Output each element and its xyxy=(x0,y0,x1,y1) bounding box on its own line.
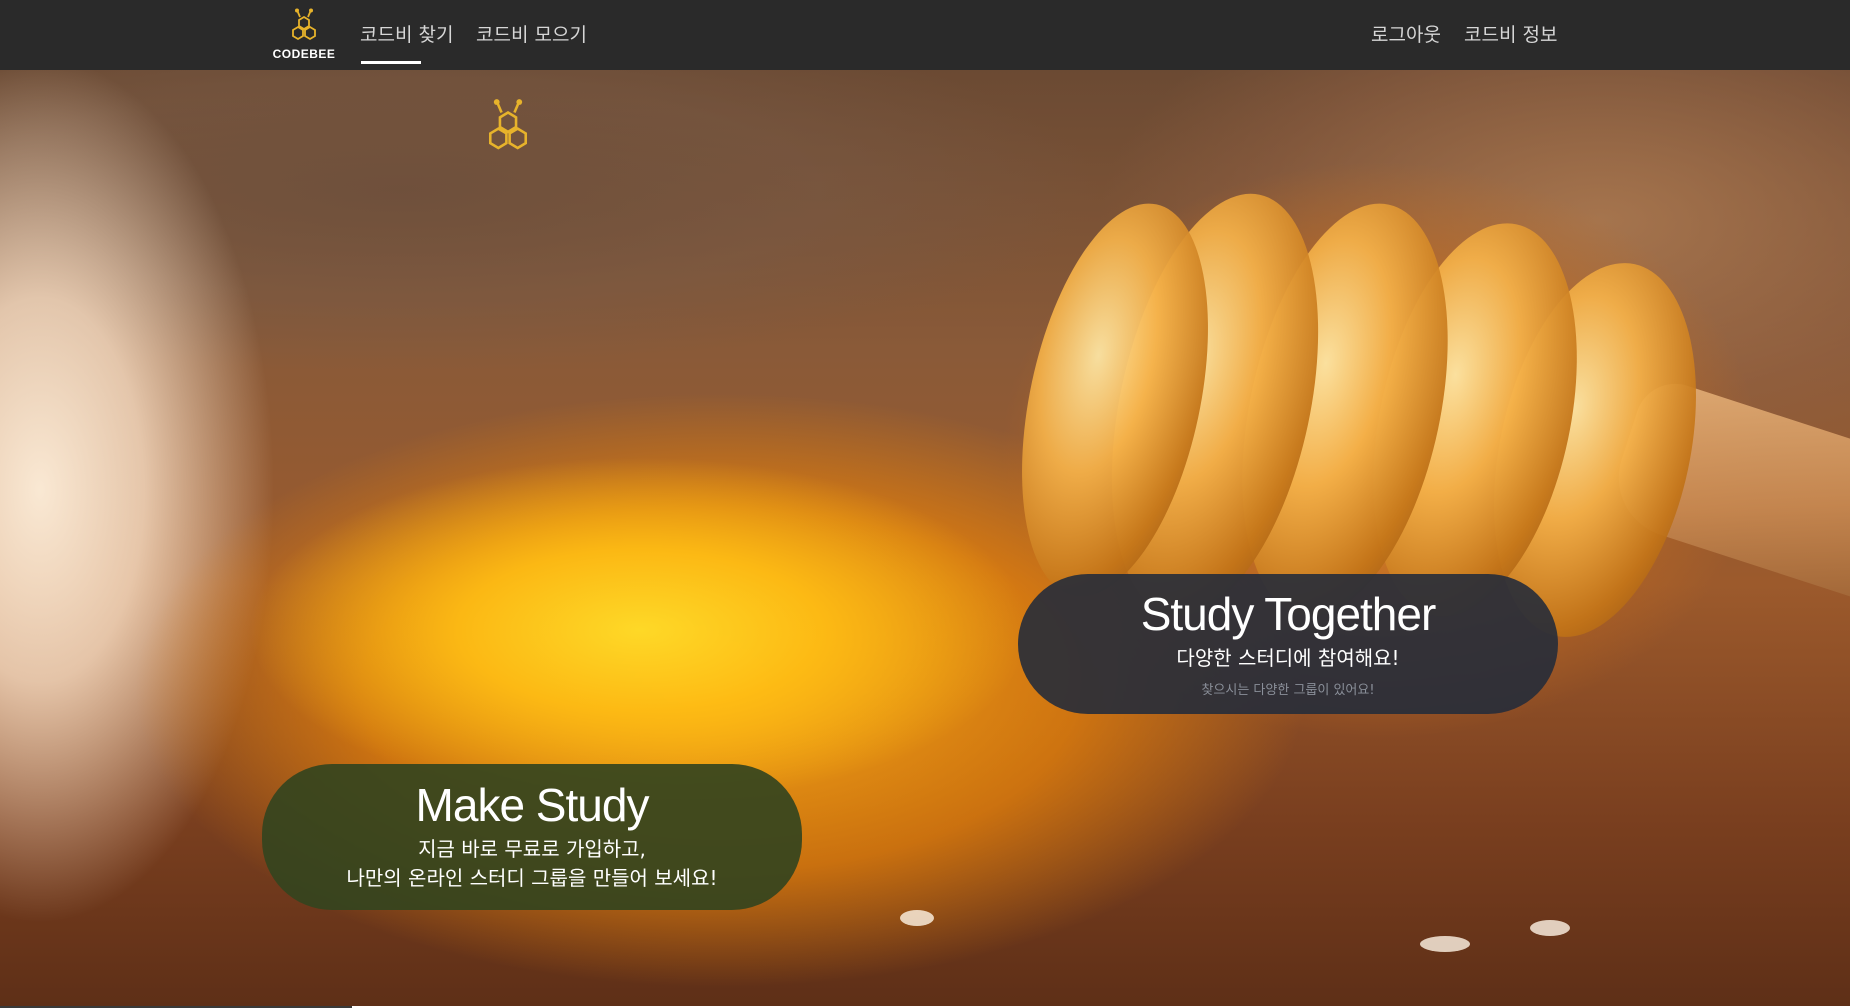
bread-crumb xyxy=(1420,936,1470,952)
make-study-card[interactable]: Make Study 지금 바로 무료로 가입하고, 나만의 온라인 스터디 그… xyxy=(262,764,802,910)
make-study-line-2: 나만의 온라인 스터디 그룹을 만들어 보세요! xyxy=(346,866,718,891)
study-together-subtitle: 다양한 스터디에 참여해요! xyxy=(1176,646,1400,671)
make-study-line-1: 지금 바로 무료로 가입하고, xyxy=(418,837,646,862)
make-study-title: Make Study xyxy=(415,778,650,831)
study-together-note: 찾으시는 다양한 그룹이 있어요! xyxy=(1201,683,1375,699)
brand-name: CODEBEE xyxy=(272,46,336,61)
nav-codebee-info[interactable]: 코드비 정보 xyxy=(1464,20,1557,47)
bread-crumb xyxy=(1530,920,1570,936)
honeycomb-bee-icon xyxy=(488,99,528,150)
nav-find-codebee[interactable]: 코드비 찾기 xyxy=(360,20,453,64)
nav-collect-codebee[interactable]: 코드비 모으기 xyxy=(476,20,587,47)
top-navbar: CODEBEE 코드비 찾기 코드비 모으기 로그아웃 코드비 정보 xyxy=(0,0,1850,70)
bread-crumb xyxy=(900,910,934,926)
study-together-card[interactable]: Study Together 다양한 스터디에 참여해요! 찾으시는 다양한 그… xyxy=(1018,574,1558,714)
nav-logout[interactable]: 로그아웃 xyxy=(1371,20,1441,47)
honeycomb-bee-icon xyxy=(292,8,316,40)
study-together-title: Study Together xyxy=(1140,587,1437,640)
brand-logo[interactable]: CODEBEE xyxy=(270,4,338,64)
